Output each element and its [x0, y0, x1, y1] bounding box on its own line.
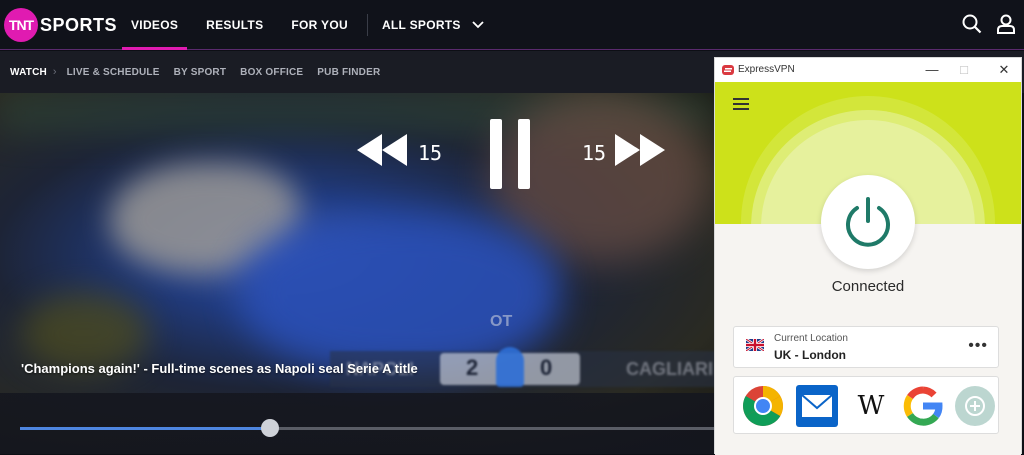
- expressvpn-window: ExpressVPN — □ ✕ Connected Current Locat…: [714, 57, 1022, 455]
- close-icon[interactable]: ✕: [995, 61, 1013, 79]
- nav-results[interactable]: RESULTS: [197, 0, 272, 50]
- maximize-icon[interactable]: □: [955, 61, 973, 79]
- nav-all-sports-label: ALL SPORTS: [381, 18, 461, 32]
- power-button[interactable]: [821, 175, 915, 269]
- progress-bar[interactable]: [20, 419, 714, 437]
- expressvpn-logo-icon: [722, 65, 734, 75]
- main-nav: VIDEOS RESULTS FOR YOU ALL SPORTS: [122, 0, 485, 50]
- wikipedia-icon[interactable]: W: [850, 385, 892, 427]
- fast-forward-icon[interactable]: [614, 133, 666, 167]
- channel-watermark: OT: [490, 313, 513, 330]
- forward-seconds: 15: [582, 141, 607, 165]
- scrubber-handle[interactable]: [260, 419, 279, 437]
- minimize-icon[interactable]: —: [923, 61, 941, 79]
- pause-icon: [490, 119, 502, 189]
- connection-status: Connected: [831, 278, 905, 295]
- power-icon: [846, 197, 890, 247]
- serie-a-logo-icon: [496, 347, 524, 387]
- tnt-sports-logo[interactable]: TNT SPORTS: [4, 8, 117, 42]
- location-label: Current Location: [774, 333, 848, 344]
- subnav-by-sport[interactable]: BY SPORT: [174, 67, 227, 78]
- mail-icon[interactable]: [796, 385, 838, 427]
- away-score: 0: [540, 355, 553, 380]
- nav-divider: [366, 14, 368, 36]
- chevron-down-icon: [472, 21, 484, 29]
- subnav-watch[interactable]: WATCH: [10, 67, 47, 78]
- subnav-live-schedule[interactable]: LIVE & SCHEDULE: [67, 67, 160, 78]
- home-score: 2: [466, 355, 479, 380]
- progress-fill: [20, 427, 270, 430]
- playback-controls: 15 15: [356, 119, 666, 189]
- app-shortcuts: W: [733, 376, 999, 434]
- chrome-icon[interactable]: [742, 385, 784, 427]
- location-card[interactable]: Current Location UK - London •••: [733, 326, 999, 368]
- rewind-seconds: 15: [418, 141, 443, 165]
- rewind-icon[interactable]: [356, 133, 408, 167]
- video-player[interactable]: OT NAPOLI 2 0 CAGLIARI 15 15 'Champions …: [0, 93, 714, 454]
- google-icon[interactable]: [902, 385, 944, 427]
- score-box: 2 0: [440, 347, 580, 387]
- logo-badge: TNT: [4, 8, 38, 42]
- location-value: UK - London: [774, 348, 846, 362]
- nav-for-you[interactable]: FOR YOU: [282, 0, 357, 50]
- subnav-box-office[interactable]: BOX OFFICE: [240, 67, 303, 78]
- controls-backdrop: [0, 393, 714, 454]
- user-icon[interactable]: [996, 14, 1016, 34]
- hamburger-menu-icon[interactable]: [733, 98, 749, 110]
- video-title: 'Champions again!' - Full-time scenes as…: [21, 361, 418, 376]
- nav-videos[interactable]: VIDEOS: [122, 0, 188, 50]
- breadcrumb-chevron-icon: ›: [52, 66, 57, 78]
- pause-button[interactable]: [490, 119, 532, 189]
- search-icon[interactable]: [962, 14, 982, 34]
- pause-icon-bar: [518, 119, 530, 189]
- more-options-icon[interactable]: •••: [968, 337, 988, 355]
- uk-flag-icon: [746, 339, 764, 351]
- away-team: CAGLIARI: [626, 359, 713, 379]
- subnav-pub-finder[interactable]: PUB FINDER: [317, 67, 380, 78]
- logo-text: SPORTS: [40, 14, 118, 35]
- vpn-title-bar: ExpressVPN — □ ✕: [715, 58, 1021, 82]
- header-actions: [962, 14, 1016, 34]
- vpn-window-title: ExpressVPN: [738, 64, 795, 75]
- add-shortcut-icon[interactable]: [954, 385, 996, 427]
- top-navigation-bar: TNT SPORTS VIDEOS RESULTS FOR YOU ALL SP…: [0, 0, 1024, 50]
- nav-all-sports[interactable]: ALL SPORTS: [382, 0, 485, 50]
- subnav: WATCH › LIVE & SCHEDULE BY SPORT BOX OFF…: [10, 51, 394, 93]
